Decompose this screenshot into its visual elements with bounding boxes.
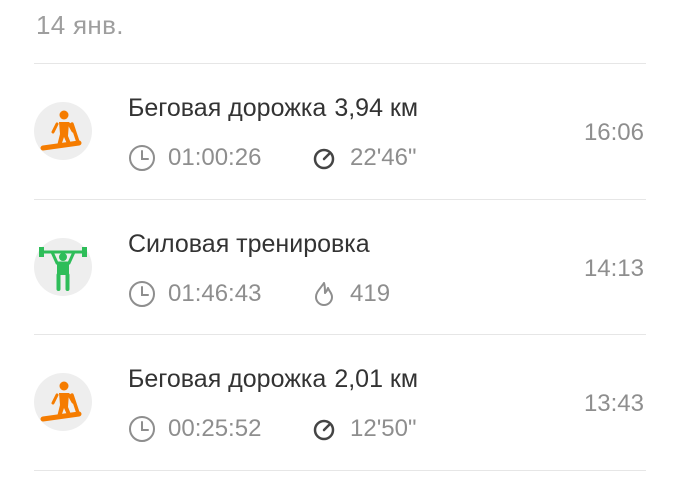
- duration-stat: 00:25:52: [128, 413, 261, 445]
- workout-type: Беговая дорожка: [128, 94, 327, 122]
- pace-stat: 12'50": [310, 413, 417, 445]
- treadmill-icon: [34, 102, 92, 160]
- calories-value: 419: [350, 280, 391, 307]
- divider: [34, 470, 646, 471]
- duration-value: 01:00:26: [168, 144, 262, 171]
- pace-value: 12'50": [350, 415, 417, 442]
- pace-value: 22'46": [350, 144, 417, 171]
- workout-row[interactable]: Беговая дорожка 3,94 км 01:00:26 22'46" 1…: [0, 64, 680, 200]
- workout-distance: 3,94 км: [334, 94, 419, 122]
- duration-stat: 01:46:43: [128, 278, 261, 310]
- weightlifting-icon: [34, 238, 92, 296]
- calories-stat: 419: [310, 278, 390, 310]
- date-header: 14 янв.: [36, 10, 124, 40]
- clock-icon: [129, 145, 155, 171]
- flame-icon: [315, 282, 333, 306]
- clock-icon: [129, 416, 155, 442]
- clock-icon: [129, 281, 155, 307]
- treadmill-icon: [34, 373, 92, 431]
- workout-title: Беговая дорожка 2,01 км: [128, 365, 418, 394]
- workout-type: Беговая дорожка: [128, 365, 327, 393]
- duration-value: 01:46:43: [168, 280, 262, 307]
- workout-distance: 2,01 км: [334, 365, 419, 393]
- workout-title: Беговая дорожка 3,94 км: [128, 94, 418, 123]
- speedometer-icon: [313, 419, 335, 441]
- workout-row[interactable]: Силовая тренировка 01:46:43 419 14:13: [0, 200, 680, 336]
- workout-time: 13:43: [583, 390, 644, 417]
- workout-title: Силовая тренировка: [128, 230, 370, 259]
- workout-time: 14:13: [583, 255, 644, 282]
- workout-time: 16:06: [583, 119, 644, 146]
- speedometer-icon: [313, 148, 335, 170]
- pace-stat: 22'46": [310, 142, 417, 174]
- workout-row[interactable]: Беговая дорожка 2,01 км 00:25:52 12'50" 1…: [0, 335, 680, 471]
- duration-stat: 01:00:26: [128, 142, 261, 174]
- duration-value: 00:25:52: [168, 415, 262, 442]
- workout-type: Силовая тренировка: [128, 230, 370, 258]
